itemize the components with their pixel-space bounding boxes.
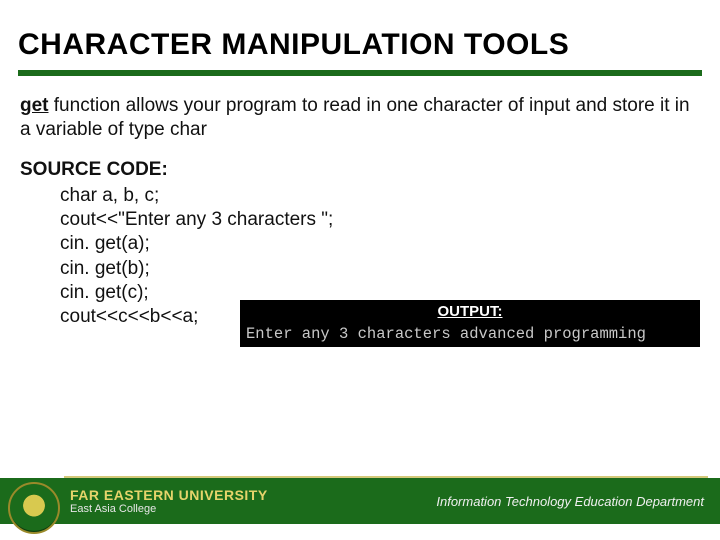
footer-bar: FAR EASTERN UNIVERSITY East Asia College… xyxy=(0,478,720,524)
department-name: Information Technology Education Departm… xyxy=(436,494,704,509)
output-panel: OUTPUT: Enter any 3 characters advanced … xyxy=(240,300,700,347)
title-underline xyxy=(18,70,702,76)
slide-title: CHARACTER MANIPULATION TOOLS xyxy=(0,0,720,70)
output-text: Enter any 3 characters advanced programm… xyxy=(240,323,700,347)
code-line: cin. get(b); xyxy=(20,257,700,281)
university-name: FAR EASTERN UNIVERSITY xyxy=(70,488,268,502)
code-line: cin. get(a); xyxy=(20,232,700,256)
description-text: get function allows your program to read… xyxy=(0,94,720,158)
code-line: char a, b, c; xyxy=(20,184,700,208)
university-seal-icon xyxy=(8,482,60,534)
output-label: OUTPUT: xyxy=(240,300,700,323)
slide-footer: FAR EASTERN UNIVERSITY East Asia College… xyxy=(0,476,720,540)
keyword-get: get xyxy=(20,95,49,116)
description-rest: function allows your program to read in … xyxy=(20,95,690,140)
university-block: FAR EASTERN UNIVERSITY East Asia College xyxy=(70,488,268,515)
college-name: East Asia College xyxy=(70,504,268,515)
code-line: cout<<"Enter any 3 characters "; xyxy=(20,208,700,232)
source-code-label: SOURCE CODE: xyxy=(20,158,700,182)
